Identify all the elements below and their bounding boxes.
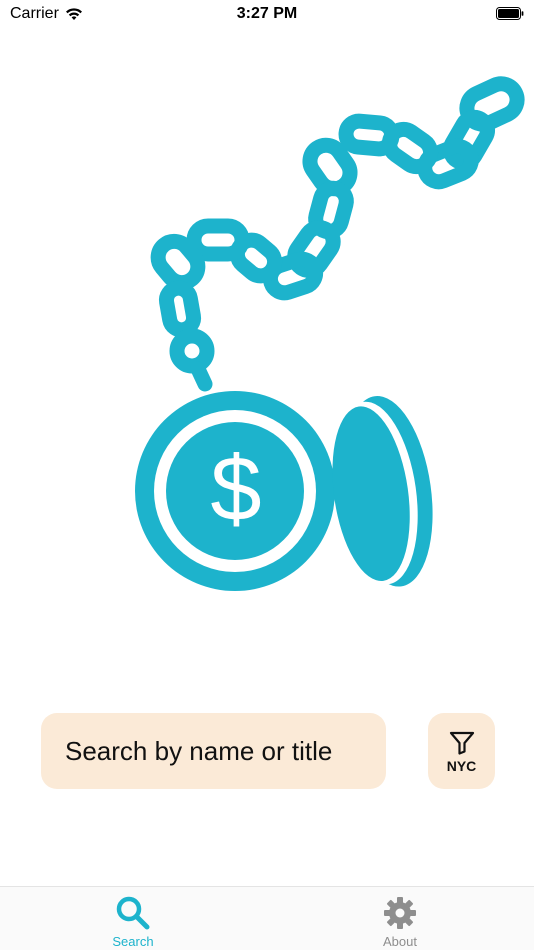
clock: 3:27 PM (236, 5, 298, 22)
search-input[interactable] (63, 734, 377, 768)
ball-and-chain-money-icon: $ (135, 76, 525, 591)
tab-search-label: Search (112, 934, 154, 949)
tab-about-label: About (383, 934, 417, 949)
dollar-symbol: $ (210, 438, 261, 540)
gear-icon (384, 897, 416, 929)
search-field[interactable] (41, 713, 386, 789)
magnifier-icon (116, 896, 150, 930)
battery-icon (496, 7, 524, 20)
filter-funnel-icon (449, 731, 474, 755)
tab-about[interactable]: About (340, 895, 460, 949)
status-bar: Carrier 3:27 PM (0, 0, 534, 28)
filter-label: NYC (446, 757, 477, 774)
tab-search[interactable]: Search (73, 895, 193, 949)
coin-side (332, 396, 433, 587)
tab-bar: Search About (0, 886, 534, 950)
chain (150, 76, 525, 392)
filter-button[interactable]: NYC (428, 713, 495, 789)
